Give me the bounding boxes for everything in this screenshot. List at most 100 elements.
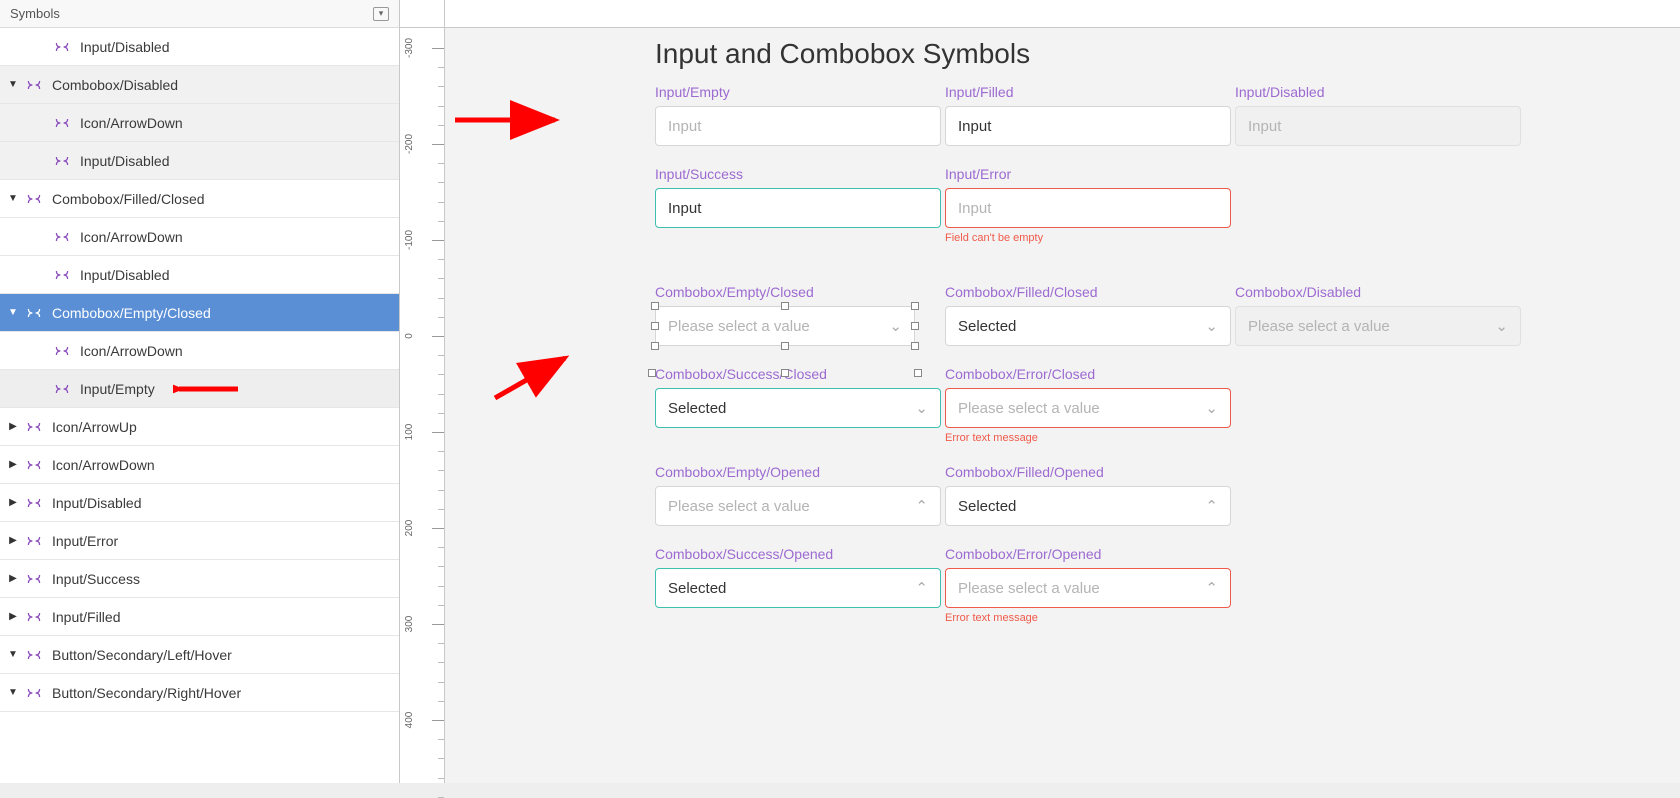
symbol-label: Combobox/Filled/Closed (945, 284, 1231, 300)
resize-handle[interactable] (651, 302, 659, 310)
ruler-tick-label: 400 (404, 712, 415, 729)
symbol-combobox-success-opened[interactable]: Combobox/Success/Opened Selected⌃ (655, 546, 941, 608)
ruler-tick-label: -300 (404, 38, 415, 58)
layer-row[interactable]: Combobox/Disabled (0, 66, 399, 104)
disclosure-triangle-icon[interactable] (6, 79, 20, 90)
disclosure-triangle-icon[interactable] (6, 573, 20, 584)
layer-row[interactable]: Input/Disabled (0, 256, 399, 294)
symbol-label: Input/Disabled (1235, 84, 1521, 100)
symbol-combobox-error-closed[interactable]: Combobox/Error/Closed Please select a va… (945, 366, 1231, 444)
layer-label: Button/Secondary/Left/Hover (52, 647, 232, 663)
combobox-field[interactable]: Please select a value⌄ (945, 388, 1231, 428)
layer-row[interactable]: Button/Secondary/Right/Hover (0, 674, 399, 712)
symbol-input-disabled[interactable]: Input/Disabled Input (1235, 84, 1521, 146)
symbol-icon (54, 344, 70, 358)
input-field[interactable]: Input (945, 106, 1231, 146)
symbol-combobox-empty-opened[interactable]: Combobox/Empty/Opened Please select a va… (655, 464, 941, 526)
disclosure-triangle-icon[interactable] (6, 421, 20, 432)
combobox-field[interactable]: Selected⌄ (655, 388, 941, 428)
collapse-icon[interactable]: ▾ (373, 7, 389, 21)
symbol-input-filled[interactable]: Input/Filled Input (945, 84, 1231, 146)
symbol-input-error[interactable]: Input/Error Input Field can't be empty (945, 166, 1231, 244)
layer-row[interactable]: Input/Disabled (0, 142, 399, 180)
layer-row[interactable]: Icon/ArrowDown (0, 332, 399, 370)
symbol-icon (26, 686, 42, 700)
symbol-combobox-success-closed[interactable]: Combobox/Success/Closed Selected⌄ (655, 366, 941, 428)
chevron-up-icon: ⌃ (1205, 497, 1218, 515)
combobox-field[interactable]: Selected⌃ (655, 568, 941, 608)
layer-row[interactable]: Icon/ArrowDown (0, 104, 399, 142)
resize-handle[interactable] (781, 302, 789, 310)
layer-label: Combobox/Empty/Closed (52, 305, 211, 321)
error-text: Field can't be empty (945, 232, 1231, 244)
ruler-tick-label: 200 (404, 520, 415, 537)
disclosure-triangle-icon[interactable] (6, 611, 20, 622)
layer-row[interactable]: Input/Error (0, 522, 399, 560)
layer-label: Icon/ArrowDown (80, 229, 183, 245)
symbol-icon (26, 420, 42, 434)
combobox-field[interactable]: Selected⌄ (945, 306, 1231, 346)
layer-row[interactable]: Icon/ArrowDown (0, 218, 399, 256)
disclosure-triangle-icon[interactable] (6, 497, 20, 508)
layer-row[interactable]: Combobox/Filled/Closed (0, 180, 399, 218)
layer-row[interactable]: Input/Disabled (0, 484, 399, 522)
combobox-field[interactable]: Please select a value⌃ (945, 568, 1231, 608)
layer-row[interactable]: Icon/ArrowDown (0, 446, 399, 484)
symbol-icon (26, 458, 42, 472)
symbol-input-success[interactable]: Input/Success Input (655, 166, 941, 228)
layer-label: Input/Disabled (80, 267, 170, 283)
layer-label: Icon/ArrowDown (80, 343, 183, 359)
layer-row[interactable]: Input/Empty (0, 370, 399, 408)
layer-row[interactable]: Input/Success (0, 560, 399, 598)
resize-handle[interactable] (648, 369, 656, 377)
symbol-label: Combobox/Empty/Closed (655, 284, 941, 300)
resize-handle[interactable] (781, 369, 789, 377)
chevron-down-icon: ⌄ (1205, 317, 1218, 335)
symbol-label: Combobox/Success/Opened (655, 546, 941, 562)
canvas[interactable]: Input and Combobox Symbols Input/Empty I… (445, 0, 1680, 783)
resize-handle[interactable] (911, 322, 919, 330)
resize-handle[interactable] (651, 322, 659, 330)
chevron-down-icon: ⌄ (889, 317, 902, 335)
layer-label: Icon/ArrowDown (52, 457, 155, 473)
resize-handle[interactable] (911, 302, 919, 310)
layer-row[interactable]: Icon/ArrowUp (0, 408, 399, 446)
combobox-field[interactable]: Selected⌃ (945, 486, 1231, 526)
symbol-input-empty[interactable]: Input/Empty Input (655, 84, 941, 146)
symbol-combobox-empty-closed[interactable]: Combobox/Empty/Closed Please select a va… (655, 284, 941, 346)
layer-row[interactable]: Input/Filled (0, 598, 399, 636)
input-field[interactable]: Input (945, 188, 1231, 228)
layer-label: Input/Empty (80, 381, 155, 397)
symbol-icon (26, 648, 42, 662)
symbol-icon (54, 382, 70, 396)
chevron-down-icon: ⌄ (1205, 399, 1218, 417)
layer-row[interactable]: Button/Secondary/Left/Hover (0, 636, 399, 674)
symbol-combobox-filled-closed[interactable]: Combobox/Filled/Closed Selected⌄ (945, 284, 1231, 346)
sidebar-title: Symbols (10, 6, 60, 21)
combobox-field[interactable]: Please select a value⌃ (655, 486, 941, 526)
symbol-label: Input/Empty (655, 84, 941, 100)
selection-frame[interactable]: Please select a value ⌄ (655, 306, 915, 346)
annotation-arrow (445, 328, 575, 408)
layer-row[interactable]: Combobox/Empty/Closed (0, 294, 399, 332)
input-field[interactable]: Input (655, 106, 941, 146)
sidebar-header: Symbols ▾ (0, 0, 399, 28)
resize-handle[interactable] (914, 369, 922, 377)
input-field[interactable]: Input (655, 188, 941, 228)
disclosure-triangle-icon[interactable] (6, 535, 20, 546)
disclosure-triangle-icon[interactable] (6, 459, 20, 470)
disclosure-triangle-icon[interactable] (6, 649, 20, 660)
disclosure-triangle-icon[interactable] (6, 307, 20, 318)
symbol-combobox-error-opened[interactable]: Combobox/Error/Opened Please select a va… (945, 546, 1231, 624)
ruler-tick-label: 300 (404, 616, 415, 633)
symbol-icon (26, 192, 42, 206)
combobox-field[interactable]: Please select a value ⌄ (655, 306, 915, 346)
symbol-label: Combobox/Disabled (1235, 284, 1521, 300)
disclosure-triangle-icon[interactable] (6, 687, 20, 698)
symbol-combobox-filled-opened[interactable]: Combobox/Filled/Opened Selected⌃ (945, 464, 1231, 526)
layer-row[interactable]: Input/Disabled (0, 28, 399, 66)
disclosure-triangle-icon[interactable] (6, 193, 20, 204)
symbol-label: Input/Error (945, 166, 1231, 182)
symbol-combobox-disabled[interactable]: Combobox/Disabled Please select a value⌄ (1235, 284, 1521, 346)
layer-tree: Input/DisabledCombobox/DisabledIcon/Arro… (0, 28, 399, 783)
